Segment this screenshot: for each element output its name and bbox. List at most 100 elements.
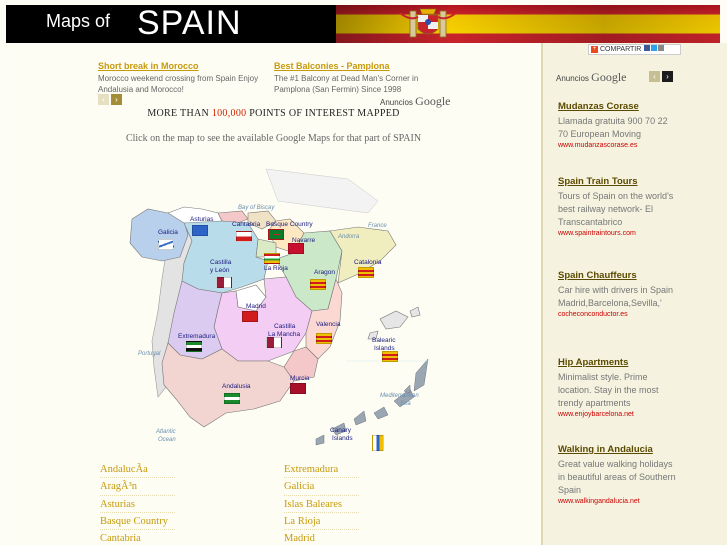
top-ad-2-title[interactable]: Best Balconies - Pamplona [274, 61, 452, 72]
label-cantabria[interactable]: Cantabria [232, 221, 260, 228]
sidebar-ad-title[interactable]: Hip Apartments [558, 357, 678, 369]
flag-galicia[interactable] [158, 239, 174, 250]
flag-cantabria[interactable] [236, 231, 252, 242]
sidebar-ad-desc: Tours of Spain on the world's best railw… [558, 191, 674, 227]
top-ad-nav: ‹ › [98, 94, 122, 105]
label-galicia[interactable]: Galicia [158, 229, 178, 236]
sidebar-ad-nav: ‹ › [649, 71, 673, 82]
sidebar-ad-url[interactable]: www.enjoybarcelona.net [558, 410, 678, 419]
spain-regions-map[interactable]: Bay of Biscay Galicia Asturias Cantabria… [118, 161, 430, 451]
sidebar-ad-2[interactable]: Spain Train Tours Tours of Spain on the … [558, 176, 678, 238]
site-header-banner[interactable]: Maps of SPAIN [6, 5, 720, 43]
label-andalusia[interactable]: Andalusia [222, 383, 251, 390]
flag-castilla-leon[interactable] [216, 277, 232, 288]
flag-valencia[interactable] [316, 333, 332, 344]
flag-balearic[interactable] [382, 351, 398, 362]
sea-label-med: Mediterranean [380, 393, 419, 399]
main-content: Short break in Morocco Morocco weekend c… [6, 45, 541, 545]
facebook-icon[interactable] [644, 45, 651, 51]
sidebar-ad-desc: Llamada gratuita 900 70 22 70 European M… [558, 116, 668, 139]
top-ad-1-title[interactable]: Short break in Morocco [98, 61, 276, 72]
region-balearic[interactable] [379, 310, 409, 330]
sidebar-ad-1[interactable]: Mudanzas Corase Llamada gratuita 900 70 … [558, 101, 678, 150]
sidebar-ad-desc: Great value walking holidays in beautifu… [558, 459, 676, 495]
flag-extremadura[interactable] [186, 341, 202, 352]
ad-prev-icon[interactable]: ‹ [98, 94, 109, 105]
page-instructions: Click on the map to see the available Go… [125, 133, 422, 144]
region-link-baleares[interactable]: Islas Baleares [284, 496, 359, 513]
region-link-madrid[interactable]: Madrid [284, 530, 359, 545]
flag-andalusia[interactable] [224, 393, 240, 404]
sidebar-ad-url[interactable]: www.spaintraintours.com [558, 229, 678, 238]
top-ad-1[interactable]: Short break in Morocco Morocco weekend c… [98, 61, 276, 95]
sidebar-ad-url[interactable]: cocheconconductor.es [558, 310, 678, 319]
email-icon[interactable] [658, 45, 665, 51]
top-ad-1-desc: Morocco weekend crossing from Spain Enjo… [98, 74, 259, 94]
sea-label-bay: Bay of Biscay [238, 205, 275, 211]
sea-label-andorra: Andorra [338, 234, 360, 240]
flag-basque[interactable] [268, 229, 284, 240]
sea-label-portugal: Portugal [138, 351, 161, 357]
label-balearic-1[interactable]: Balearic [372, 337, 395, 344]
sidebar-ad-title[interactable]: Spain Train Tours [558, 176, 678, 188]
region-links-col1: AndalucÃ­a AragÃ³n Asturias Basque Count… [100, 461, 175, 545]
label-castilla-mancha-1[interactable]: Castilla [274, 323, 295, 330]
ad-next-icon[interactable]: › [111, 94, 122, 105]
region-link-andalucia[interactable]: AndalucÃ­a [100, 461, 175, 479]
sidebar-adsense-label[interactable]: Anuncios Google [556, 70, 626, 85]
headline-suffix: POINTS OF INTEREST MAPPED [246, 108, 400, 119]
label-basque[interactable]: Basque Country [266, 221, 313, 228]
sidebar-prev-icon[interactable]: ‹ [649, 71, 660, 82]
label-murcia[interactable]: Murcia [290, 375, 310, 382]
region-link-cantabria[interactable]: Cantabria [100, 530, 175, 545]
flag-castilla-mancha[interactable] [266, 337, 282, 348]
flag-aragon[interactable] [310, 279, 326, 290]
sidebar-ad-title[interactable]: Mudanzas Corase [558, 101, 678, 113]
flag-murcia[interactable] [290, 383, 306, 394]
sidebar-ad-3[interactable]: Spain Chauffeurs Car hire with drivers i… [558, 270, 678, 319]
region-link-la-rioja[interactable]: La Rioja [284, 513, 359, 531]
sidebar-anuncios-text: Anuncios [556, 74, 589, 83]
label-aragon[interactable]: Aragon [314, 269, 335, 276]
label-madrid[interactable]: Madrid [246, 303, 266, 310]
flag-madrid[interactable] [242, 311, 258, 322]
sidebar-ad-desc: Car hire with drivers in Spain Madrid,Ba… [558, 285, 674, 308]
label-canary-2[interactable]: Islands [332, 435, 353, 442]
logo-text-small: Maps of [46, 11, 111, 31]
label-catalonia[interactable]: Catalonia [354, 259, 381, 266]
label-valencia[interactable]: Valencia [316, 321, 340, 328]
label-castilla-leon-2[interactable]: y León [210, 267, 230, 274]
sidebar-google-logo: Google [591, 70, 627, 84]
sidebar-ads: + COMPARTIR Anuncios Google ‹ › Mudanzas… [541, 43, 727, 545]
label-la-rioja[interactable]: La Rioja [264, 265, 288, 272]
region-link-basque[interactable]: Basque Country [100, 513, 175, 531]
sidebar-ad-5[interactable]: Walking in Andalucia Great value walking… [558, 444, 678, 506]
region-link-extremadura[interactable]: Extremadura [284, 461, 359, 479]
label-asturias[interactable]: Asturias [190, 216, 213, 223]
sidebar-ad-url[interactable]: www.mudanzascorase.es [558, 141, 678, 150]
flag-asturias[interactable] [192, 225, 208, 236]
region-links-col2: Extremadura Galicia Islas Baleares La Ri… [284, 461, 359, 545]
share-label: COMPARTIR [599, 46, 642, 53]
top-ad-2-desc: The #1 Balcony at Dead Man's Corner in P… [274, 74, 419, 94]
adsense-label[interactable]: Anuncios Google [380, 94, 450, 109]
twitter-icon[interactable] [651, 45, 658, 51]
flag-canary[interactable] [372, 435, 384, 451]
region-link-aragon[interactable]: AragÃ³n [100, 478, 175, 496]
top-ad-2[interactable]: Best Balconies - Pamplona The #1 Balcony… [274, 61, 452, 95]
flag-catalonia[interactable] [358, 267, 374, 278]
flag-la-rioja[interactable] [264, 253, 280, 264]
label-castilla-leon-1[interactable]: Castilla [210, 259, 231, 266]
sidebar-ad-url[interactable]: www.walkingandalucia.net [558, 497, 678, 506]
sidebar-ad-title[interactable]: Spain Chauffeurs [558, 270, 678, 282]
region-link-asturias[interactable]: Asturias [100, 496, 175, 513]
region-link-galicia[interactable]: Galicia [284, 478, 359, 496]
sidebar-ad-title[interactable]: Walking in Andalucia [558, 444, 678, 456]
sidebar-ad-4[interactable]: Hip Apartments Minimalist style. Prime l… [558, 357, 678, 419]
sea-label-sea: Sea [400, 401, 411, 407]
label-canary-1[interactable]: Canary [330, 427, 351, 434]
flag-navarre[interactable] [288, 243, 304, 254]
label-extremadura[interactable]: Extremadura [178, 333, 215, 340]
share-button[interactable]: + COMPARTIR [588, 44, 681, 55]
sidebar-next-icon[interactable]: › [662, 71, 673, 82]
